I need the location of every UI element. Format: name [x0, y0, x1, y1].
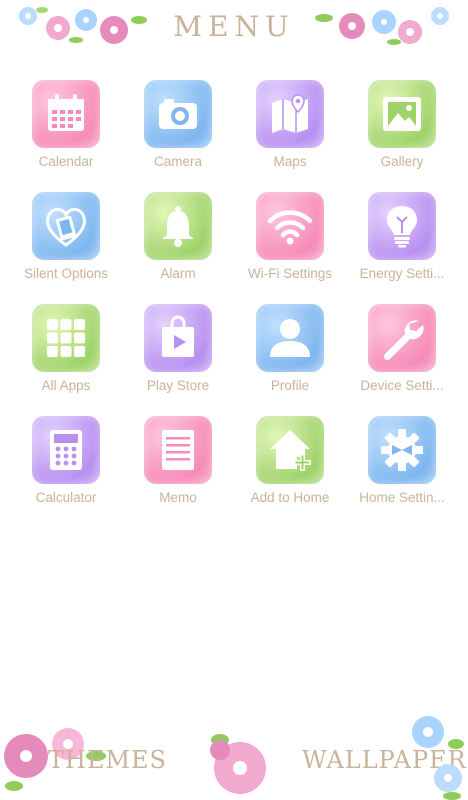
app-label: Camera — [153, 154, 202, 169]
app-calendar[interactable]: Calendar — [10, 78, 122, 190]
app-tile — [368, 192, 436, 260]
bottom-bar: THEMES WALLPAPERS — [0, 710, 468, 800]
app-device-settings[interactable]: Device Setti... — [346, 302, 458, 414]
gear-icon — [381, 429, 423, 471]
flower-decoration-icon — [315, 7, 449, 45]
app-tile — [144, 416, 212, 484]
app-tile — [144, 192, 212, 260]
memo-icon — [162, 430, 194, 470]
app-tile — [32, 304, 100, 372]
play-store-icon — [162, 315, 194, 357]
calendar-icon — [48, 94, 84, 131]
app-tile — [32, 416, 100, 484]
calculator-icon — [50, 430, 82, 470]
app-play-store[interactable]: Play Store — [122, 302, 234, 414]
app-calculator[interactable]: Calculator — [10, 414, 122, 526]
app-tile — [368, 416, 436, 484]
app-tile — [256, 80, 324, 148]
app-label: Calendar — [38, 154, 94, 169]
app-label: Device Setti... — [360, 378, 444, 393]
flower-decoration-icon — [412, 716, 464, 800]
app-tile — [256, 304, 324, 372]
app-tile — [368, 304, 436, 372]
map-icon — [272, 94, 308, 133]
app-tile — [144, 304, 212, 372]
app-add-to-home[interactable]: Add to Home — [234, 414, 346, 526]
app-all-apps[interactable]: All Apps — [10, 302, 122, 414]
app-label: Energy Setti... — [359, 266, 445, 281]
app-tile — [144, 80, 212, 148]
app-label: Alarm — [160, 266, 196, 281]
wrench-icon — [383, 320, 424, 361]
app-tile — [32, 192, 100, 260]
lightbulb-icon — [387, 206, 417, 248]
app-alarm[interactable]: Alarm — [122, 190, 234, 302]
app-label: Calculator — [35, 490, 97, 505]
gallery-icon — [383, 97, 421, 131]
app-memo[interactable]: Memo — [122, 414, 234, 526]
app-label: Wi-Fi Settings — [247, 266, 332, 281]
app-label: Maps — [273, 154, 307, 169]
app-tile — [368, 80, 436, 148]
app-grid: Calendar Camera Maps Gallery Silent Opti… — [10, 78, 458, 526]
bell-icon — [162, 206, 194, 247]
app-tile — [256, 192, 324, 260]
app-gallery[interactable]: Gallery — [346, 78, 458, 190]
app-tile — [256, 416, 324, 484]
grid-icon — [47, 319, 85, 357]
app-profile[interactable]: Profile — [234, 302, 346, 414]
app-label: Memo — [159, 490, 197, 505]
add-home-icon — [270, 430, 311, 471]
flower-decoration-icon — [210, 734, 266, 794]
person-icon — [270, 319, 310, 357]
app-label: Profile — [270, 378, 310, 393]
app-label: Add to Home — [250, 490, 330, 505]
app-label: Silent Options — [23, 266, 109, 281]
silent-heart-phone-icon — [46, 207, 86, 247]
app-tile — [32, 80, 100, 148]
app-home-settings[interactable]: Home Settin... — [346, 414, 458, 526]
app-label: All Apps — [41, 378, 91, 393]
app-label: Play Store — [146, 378, 210, 393]
camera-icon — [159, 99, 197, 129]
header: MENU — [0, 0, 468, 60]
app-wifi-settings[interactable]: Wi-Fi Settings — [234, 190, 346, 302]
app-energy-settings[interactable]: Energy Setti... — [346, 190, 458, 302]
wifi-icon — [267, 210, 313, 245]
app-maps[interactable]: Maps — [234, 78, 346, 190]
themes-button[interactable]: THEMES — [48, 746, 167, 774]
app-camera[interactable]: Camera — [122, 78, 234, 190]
app-label: Home Settin... — [359, 490, 445, 505]
app-label: Gallery — [380, 154, 424, 169]
app-silent-options[interactable]: Silent Options — [10, 190, 122, 302]
